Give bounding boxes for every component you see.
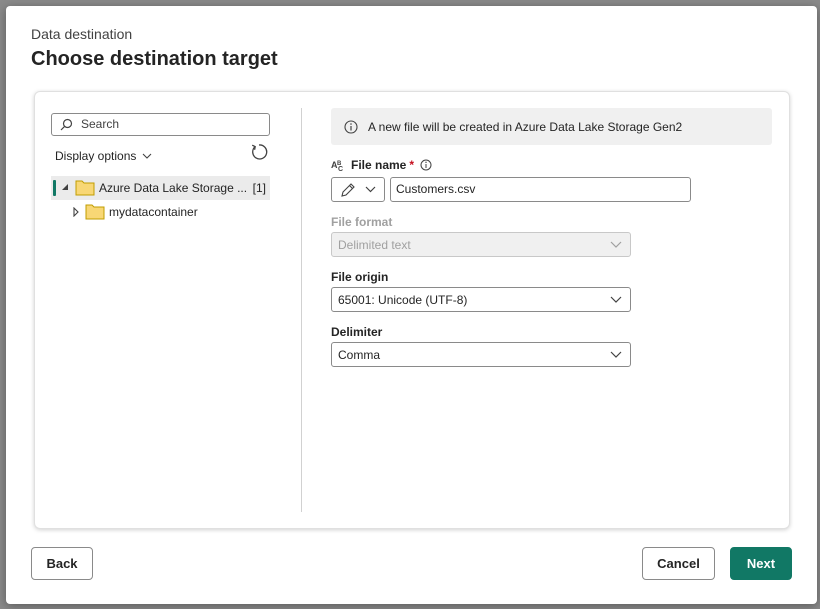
data-destination-dialog: Data destination Choose destination targ… bbox=[6, 6, 817, 604]
info-message-text: A new file will be created in Azure Data… bbox=[368, 120, 683, 134]
info-icon bbox=[344, 120, 358, 134]
search-icon bbox=[60, 118, 73, 131]
file-origin-label: File origin bbox=[331, 270, 389, 284]
file-name-field[interactable] bbox=[390, 177, 691, 202]
tree-item-adls[interactable]: Azure Data Lake Storage ... [1] bbox=[51, 176, 270, 200]
file-name-input[interactable] bbox=[391, 178, 686, 199]
dialog-subtitle: Data destination bbox=[31, 26, 133, 42]
file-origin-select[interactable]: 65001: Unicode (UTF-8) bbox=[331, 287, 631, 312]
tree-item-mydatacontainer[interactable]: mydatacontainer bbox=[51, 200, 270, 224]
tree-item-count: [1] bbox=[252, 181, 266, 195]
file-format-select: Delimited text bbox=[331, 232, 631, 257]
delimiter-label: Delimiter bbox=[331, 325, 383, 339]
pencil-icon bbox=[341, 183, 355, 197]
content-panel: Display options Azure Data Lake Storage … bbox=[34, 91, 790, 529]
info-icon[interactable] bbox=[420, 159, 432, 171]
refresh-button[interactable] bbox=[250, 143, 268, 166]
file-name-label: A B C File name * bbox=[331, 158, 432, 172]
tree-item-label: Azure Data Lake Storage ... bbox=[99, 181, 248, 195]
next-button[interactable]: Next bbox=[730, 547, 792, 580]
chevron-down-icon bbox=[365, 186, 376, 193]
chevron-down-icon bbox=[142, 153, 152, 159]
caret-expanded-icon[interactable] bbox=[61, 183, 69, 191]
search-box[interactable] bbox=[51, 113, 270, 136]
search-input[interactable] bbox=[81, 115, 261, 133]
file-origin-value: 65001: Unicode (UTF-8) bbox=[338, 293, 468, 307]
display-options-dropdown[interactable]: Display options bbox=[55, 149, 152, 163]
chevron-down-icon bbox=[610, 296, 622, 303]
back-button[interactable]: Back bbox=[31, 547, 93, 580]
caret-collapsed-icon[interactable] bbox=[73, 207, 79, 217]
pane-divider bbox=[301, 108, 302, 512]
tree-item-label: mydatacontainer bbox=[109, 205, 198, 219]
display-options-label: Display options bbox=[55, 149, 137, 163]
chevron-down-icon bbox=[610, 351, 622, 358]
svg-text:C: C bbox=[338, 166, 343, 172]
refresh-icon bbox=[251, 144, 268, 160]
folder-icon bbox=[85, 204, 105, 220]
chevron-down-icon bbox=[610, 241, 622, 248]
required-mark: * bbox=[409, 158, 415, 172]
file-name-mode-dropdown[interactable] bbox=[331, 177, 385, 202]
file-format-value: Delimited text bbox=[338, 238, 411, 252]
delimiter-select[interactable]: Comma bbox=[331, 342, 631, 367]
text-type-icon: A B C bbox=[331, 160, 343, 172]
file-name-label-text: File name bbox=[351, 158, 407, 172]
selection-indicator bbox=[53, 180, 56, 196]
cancel-button[interactable]: Cancel bbox=[642, 547, 715, 580]
dialog-title: Choose destination target bbox=[31, 48, 278, 70]
info-message-bar: A new file will be created in Azure Data… bbox=[331, 108, 772, 145]
folder-icon bbox=[75, 180, 95, 196]
delimiter-value: Comma bbox=[338, 348, 381, 362]
file-format-label: File format bbox=[331, 215, 393, 229]
